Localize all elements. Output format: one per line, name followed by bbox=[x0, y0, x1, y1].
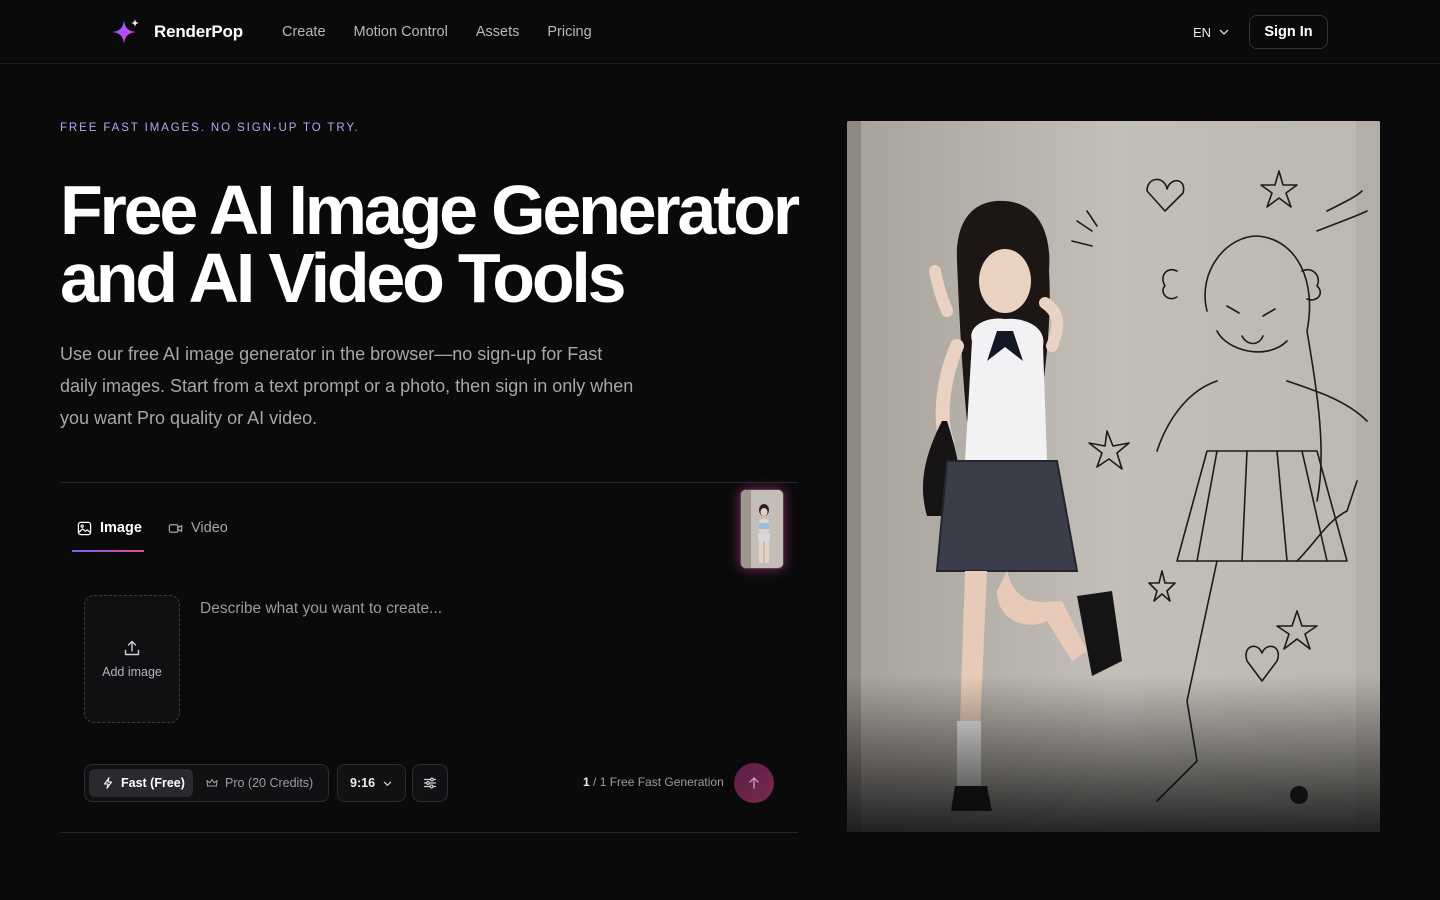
mode-pro-option[interactable]: Pro (20 Credits) bbox=[202, 769, 326, 797]
mode-pro-label: Pro (20 Credits) bbox=[225, 776, 314, 790]
sparkle-logo-icon bbox=[112, 19, 139, 44]
aspect-ratio-select[interactable]: 9:16 bbox=[337, 764, 406, 802]
brand-name: RenderPop bbox=[154, 22, 243, 41]
nav-link-create[interactable]: Create bbox=[282, 24, 326, 40]
video-icon bbox=[168, 524, 183, 533]
add-image-button[interactable]: Add image bbox=[84, 595, 180, 723]
mode-fast-option[interactable]: Fast (Free) bbox=[89, 769, 193, 797]
quota-used: 1 bbox=[583, 775, 590, 789]
generate-submit-button[interactable] bbox=[734, 763, 774, 803]
main-nav: Create Motion Control Assets Pricing bbox=[282, 0, 592, 64]
example-thumbnail-image bbox=[741, 490, 783, 568]
hero-title-line-1: Free AI Image Generator bbox=[60, 171, 800, 249]
image-icon bbox=[77, 521, 92, 536]
brand-logo[interactable]: RenderPop bbox=[110, 16, 243, 48]
chevron-down-icon bbox=[383, 781, 392, 786]
add-image-label: Add image bbox=[102, 665, 162, 679]
composer-divider-top bbox=[60, 482, 798, 483]
hero-title-line-2: and AI Video Tools bbox=[60, 239, 627, 317]
prompt-input[interactable] bbox=[200, 600, 780, 730]
nav-link-pricing[interactable]: Pricing bbox=[547, 24, 591, 40]
quality-mode-toggle: Fast (Free) Pro (20 Credits) bbox=[84, 764, 329, 802]
composer-divider-bottom bbox=[60, 832, 798, 833]
hero-title: Free AI Image Generator and AI Video Too… bbox=[60, 175, 820, 313]
example-thumbnail[interactable] bbox=[740, 489, 784, 569]
language-label: EN bbox=[1193, 24, 1212, 40]
tab-video[interactable]: Video bbox=[168, 512, 238, 548]
tab-image[interactable]: Image bbox=[72, 512, 144, 548]
hero-photo-illustration bbox=[847, 121, 1380, 832]
nav-link-motion-control[interactable]: Motion Control bbox=[354, 24, 448, 40]
bolt-icon bbox=[103, 777, 113, 789]
crown-icon bbox=[206, 778, 218, 787]
quota-rest: / 1 Free Fast Generation bbox=[593, 775, 724, 789]
sign-in-button[interactable]: Sign In bbox=[1249, 15, 1328, 49]
chevron-down-icon bbox=[1219, 29, 1229, 35]
hero-description: Use our free AI image generator in the b… bbox=[60, 344, 634, 428]
advanced-settings-button[interactable] bbox=[412, 764, 448, 802]
tab-image-label: Image bbox=[100, 520, 142, 536]
upload-icon bbox=[124, 640, 140, 656]
nav-link-assets[interactable]: Assets bbox=[476, 24, 520, 40]
tab-video-label: Video bbox=[191, 520, 228, 536]
free-generation-counter: 1 / 1 Free Fast Generation bbox=[583, 775, 724, 789]
language-selector[interactable]: EN bbox=[1193, 22, 1229, 42]
hero-example-image bbox=[847, 121, 1380, 832]
aspect-ratio-value: 9:16 bbox=[350, 776, 376, 790]
hero-eyebrow: FREE FAST IMAGES. NO SIGN-UP TO TRY. bbox=[60, 122, 360, 134]
active-tab-indicator bbox=[72, 550, 144, 552]
top-navbar: RenderPop Create Motion Control Assets P… bbox=[0, 0, 1440, 64]
mode-fast-label: Fast (Free) bbox=[121, 776, 185, 790]
arrow-up-icon bbox=[749, 777, 759, 789]
sliders-icon bbox=[423, 777, 437, 789]
